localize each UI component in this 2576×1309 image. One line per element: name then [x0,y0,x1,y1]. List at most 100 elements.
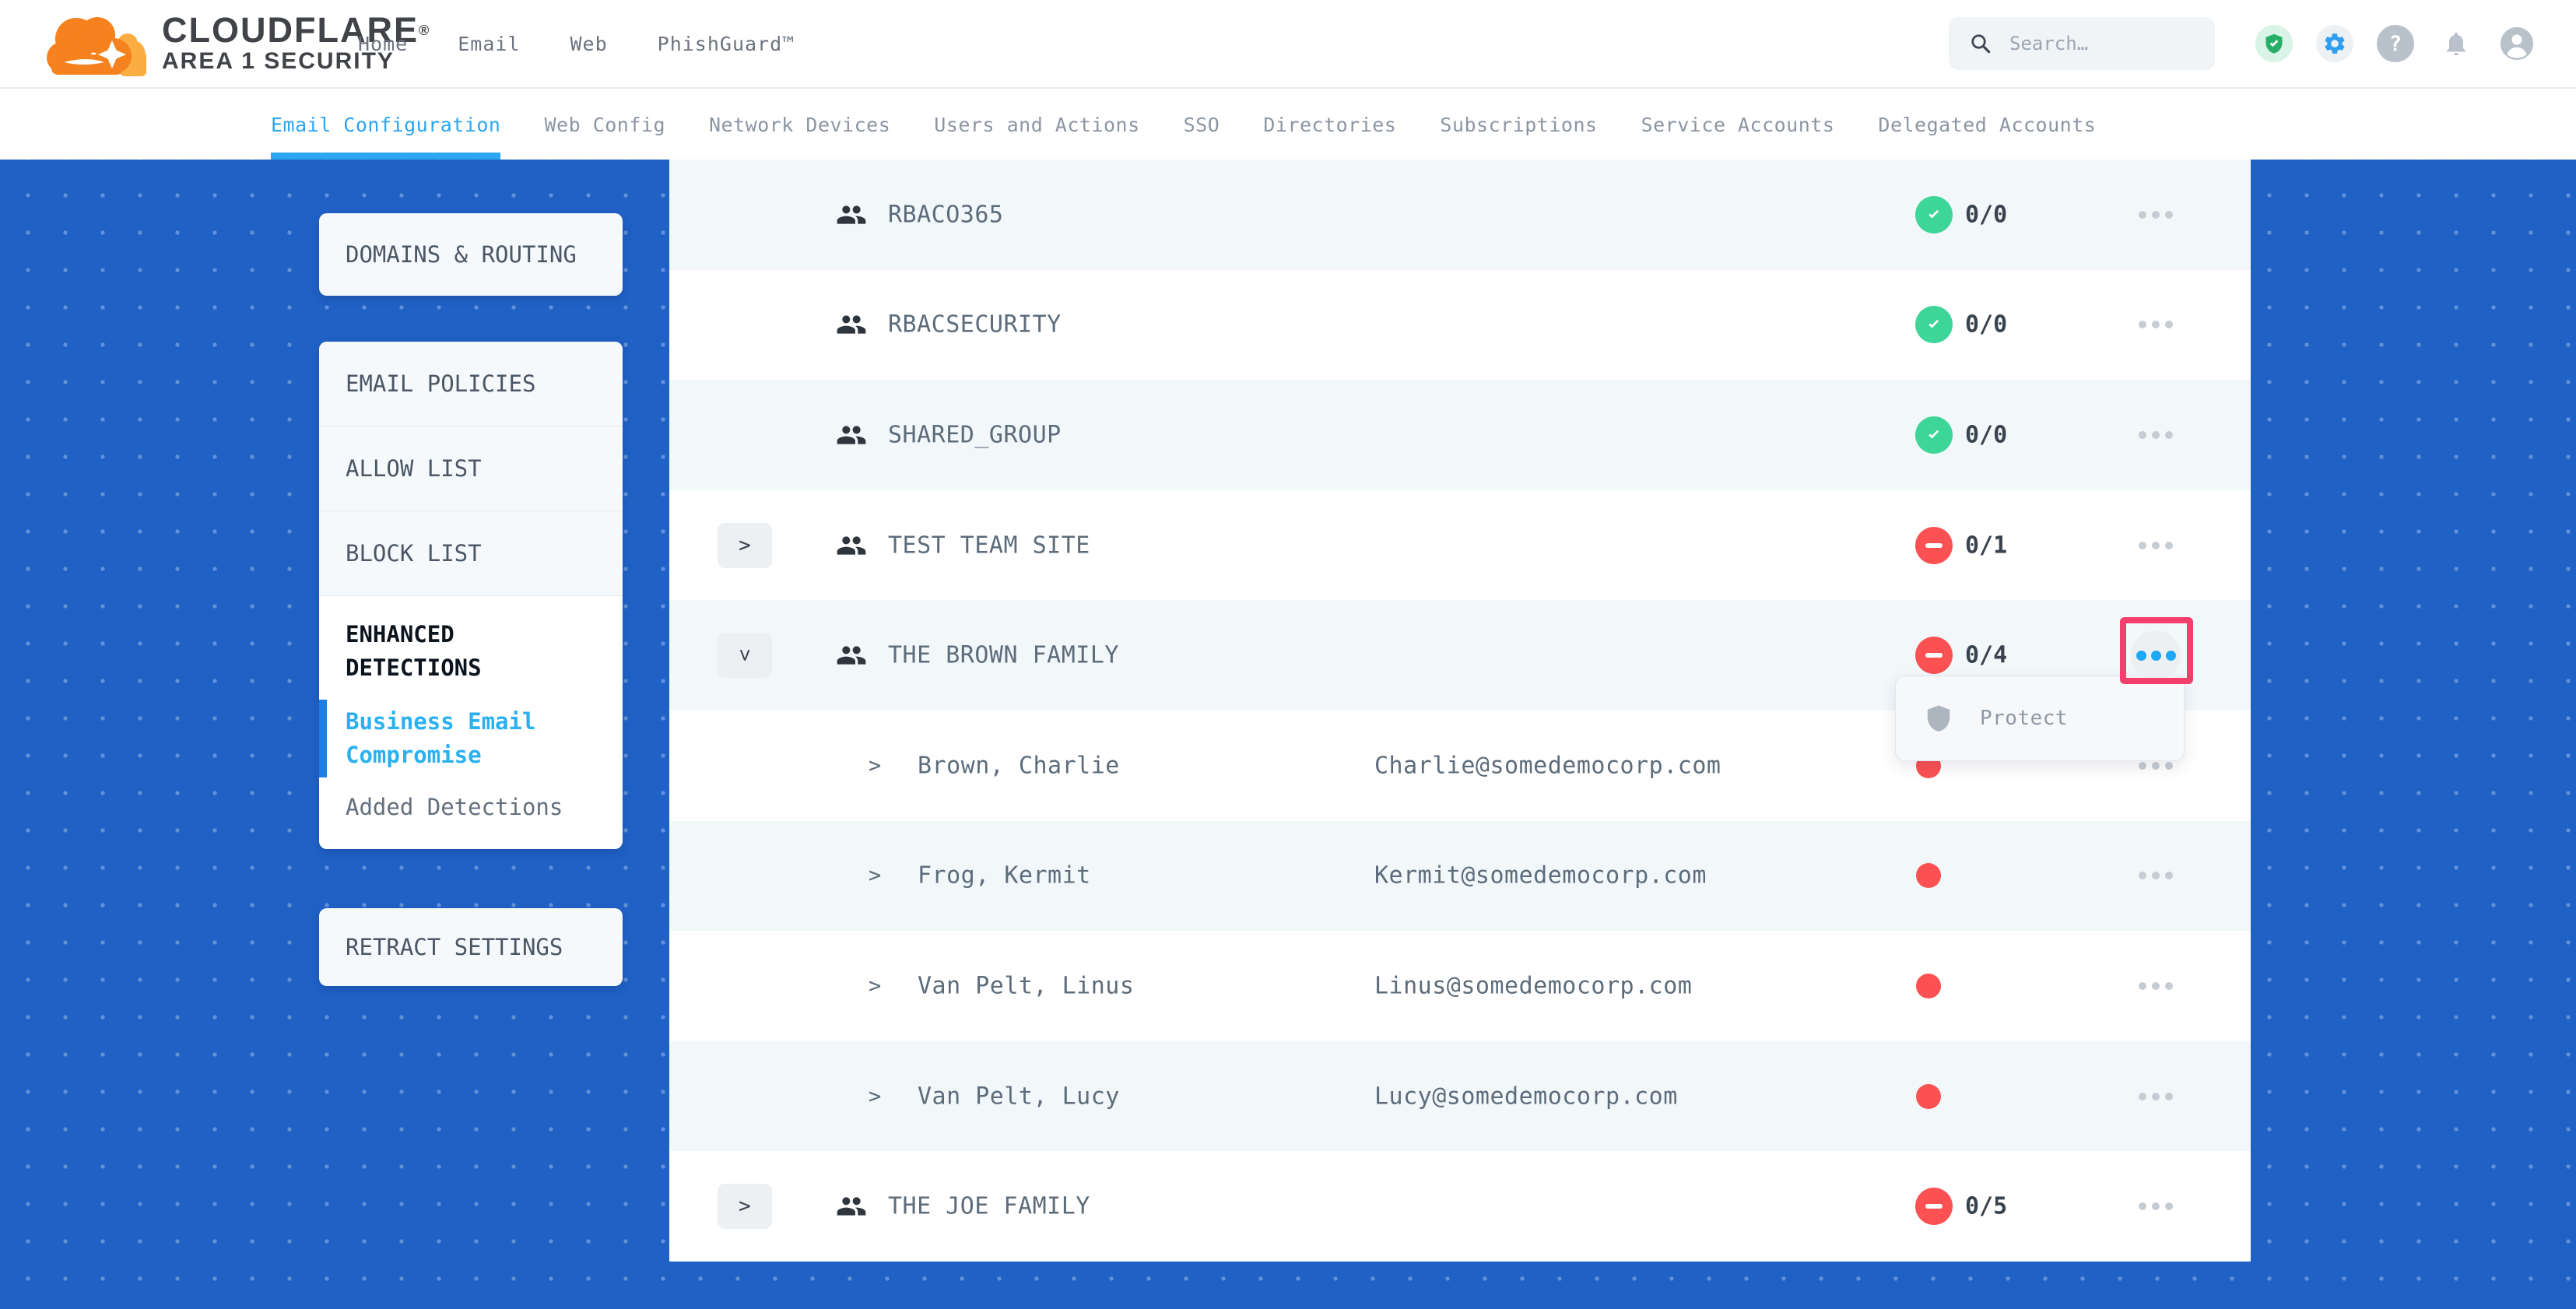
chevron-right-icon: > [869,753,881,777]
tab-sso[interactable]: SSO [1184,90,1220,160]
status-badge-ok [1915,306,1953,343]
row-menu-button[interactable] [2139,982,2173,990]
sidebar-item-business-email-compromise[interactable]: Business Email Compromise [346,705,588,772]
group-name: THE BROWN FAMILY [888,642,1119,669]
status-badge-blocked [1915,637,1953,674]
table-row: SHARED_GROUP 0/0 [669,380,2251,490]
row-menu-button[interactable] [2139,1093,2173,1100]
group-name: THE JOE FAMILY [888,1193,1090,1220]
row-context-menu: Protect [1895,676,2185,761]
group-icon [836,640,867,671]
help-glyph: ? [2389,32,2402,56]
protected-count: 0/5 [1965,1193,2007,1220]
search-icon [1969,32,1992,55]
tab-subscriptions[interactable]: Subscriptions [1440,90,1597,160]
tab-web-config[interactable]: Web Config [544,90,665,160]
nav-phishguard[interactable]: PhishGuard™ [658,33,795,55]
sidebar-item-retract-settings[interactable]: RETRACT SETTINGS [319,908,623,986]
person-name: Frog, Kermit [918,862,1091,890]
sidebar-item-allow-list[interactable]: ALLOW LIST [319,426,623,511]
status-dot-blocked [1916,1084,1941,1109]
top-nav: Home Email Web PhishGuard™ [358,0,795,87]
avatar-icon[interactable] [2498,25,2536,62]
chevron-right-icon: > [739,1196,751,1216]
sidebar-item-block-list[interactable]: BLOCK LIST [319,511,623,596]
group-icon [836,530,867,561]
row-menu-button[interactable] [2139,872,2173,879]
protected-count: 0/0 [1965,421,2007,448]
cloudflare-cloud-icon [45,8,151,81]
sidebar-item-email-policies[interactable]: EMAIL POLICIES [319,342,623,426]
sidebar-policies-card: EMAIL POLICIES ALLOW LIST BLOCK LIST ENH… [319,342,623,849]
active-item-indicator-bar [319,700,327,777]
table-row: > Frog, Kermit Kermit@somedemocorp.com [669,821,2251,932]
sidebar-allow-list-label: ALLOW LIST [346,455,482,482]
status-dot-blocked [1916,863,1941,888]
shield-check-icon[interactable] [2255,25,2293,62]
help-icon[interactable]: ? [2377,25,2414,62]
app-screen: CLOUDFLARE® AREA 1 SECURITY Home Email W… [0,0,2576,1309]
tab-directories[interactable]: Directories [1263,90,1396,160]
row-menu-button[interactable] [2139,321,2173,328]
tabs: Email Configuration Web Config Network D… [271,90,2096,160]
person-email: Linus@somedemocorp.com [1374,972,1692,999]
table-row: RBACO365 0/0 [669,160,2251,270]
sidebar-block-list-label: BLOCK LIST [346,540,482,567]
gear-icon[interactable] [2316,25,2353,62]
group-icon [836,309,867,340]
group-icon [836,199,867,230]
collapse-row-button[interactable]: > [718,633,772,678]
person-name: Van Pelt, Lucy [918,1083,1120,1110]
nav-web[interactable]: Web [570,33,607,55]
person-name: Brown, Charlie [918,752,1120,779]
header-icon-group: ? [2255,0,2536,87]
group-name: RBACSECURITY [888,311,1062,339]
expand-row-button[interactable]: > [718,1184,772,1229]
menu-item-protect[interactable]: Protect [1980,707,2068,730]
expand-row-button[interactable]: > [718,523,772,568]
nav-email[interactable]: Email [458,33,520,55]
group-icon [836,1191,867,1222]
tab-service-accounts[interactable]: Service Accounts [1641,90,1835,160]
sidebar-domains-routing-label: DOMAINS & ROUTING [346,241,577,268]
row-menu-button[interactable] [2139,542,2173,549]
table-row: > THE JOE FAMILY 0/5 [669,1151,2251,1262]
group-name: TEST TEAM SITE [888,532,1090,559]
highlight-box [2120,617,2193,684]
search-box[interactable] [1949,17,2215,70]
tab-delegated-accounts[interactable]: Delegated Accounts [1878,90,2096,160]
table-row: > Van Pelt, Linus Linus@somedemocorp.com [669,931,2251,1041]
bell-icon[interactable] [2437,25,2475,62]
person-email: Kermit@somedemocorp.com [1374,862,1707,890]
protected-count: 0/0 [1965,311,2007,339]
table-row: > Van Pelt, Lucy Lucy@somedemocorp.com [669,1041,2251,1152]
row-menu-button[interactable] [2139,211,2173,219]
status-dot-blocked [1916,974,1941,998]
tab-bar: Email Configuration Web Config Network D… [0,90,2576,160]
person-email: Charlie@somedemocorp.com [1374,752,1721,779]
row-menu-button[interactable] [2139,1202,2173,1210]
search-input[interactable] [2009,33,2204,54]
group-icon [836,419,867,451]
status-badge-ok [1915,196,1953,233]
app-header: CLOUDFLARE® AREA 1 SECURITY Home Email W… [0,0,2576,89]
tab-email-configuration[interactable]: Email Configuration [271,90,500,160]
tab-network-devices[interactable]: Network Devices [709,90,890,160]
protected-count: 0/4 [1965,642,2007,669]
row-menu-button[interactable] [2139,431,2173,439]
group-name: SHARED_GROUP [888,421,1062,448]
protected-count: 0/0 [1965,201,2007,228]
groups-table: RBACO365 0/0 RBACSECURITY 0/0 SHARED_GRO… [669,160,2251,1262]
person-name: Van Pelt, Linus [918,972,1134,999]
tab-users-and-actions[interactable]: Users and Actions [934,90,1139,160]
sidebar-enhanced-detections-title[interactable]: ENHANCED DETECTIONS [346,618,588,685]
chevron-right-icon: > [739,535,751,556]
status-badge-blocked [1915,1188,1953,1225]
nav-home[interactable]: Home [358,33,408,55]
row-menu-button[interactable] [2139,762,2173,770]
table-row: > TEST TEAM SITE 0/1 [669,490,2251,601]
sidebar-item-domains-routing[interactable]: DOMAINS & ROUTING [319,213,623,296]
sidebar-section-enhanced-detections: ENHANCED DETECTIONS Business Email Compr… [319,596,623,824]
sidebar-item-added-detections[interactable]: Added Detections [346,791,588,824]
chevron-right-icon: > [869,864,881,888]
